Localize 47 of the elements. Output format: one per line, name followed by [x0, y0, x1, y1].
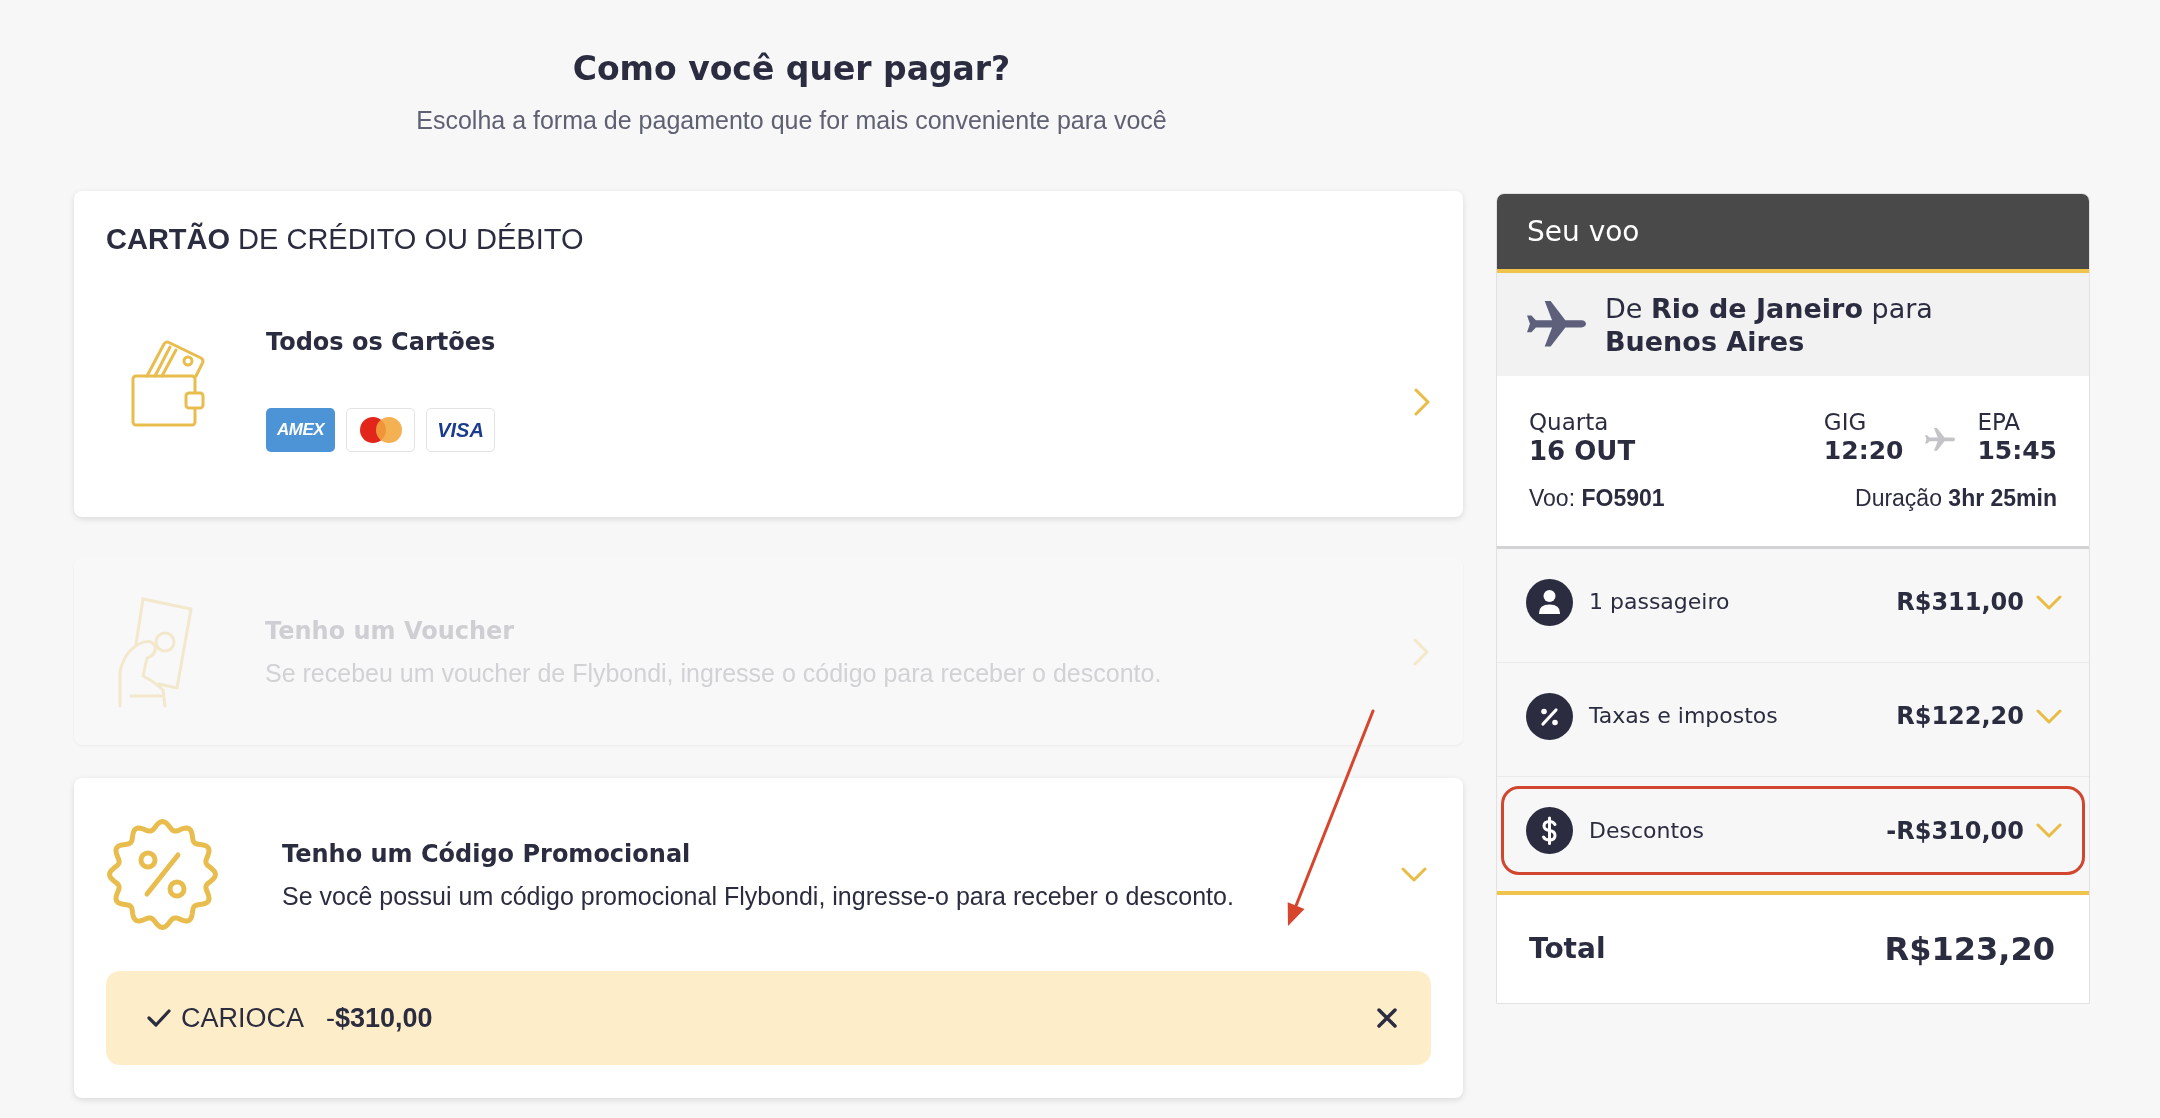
dollar-icon: [1526, 807, 1573, 854]
total-amount: R$123,20: [1884, 929, 2055, 969]
check-icon: [147, 1009, 171, 1027]
airplane-icon: [1527, 300, 1586, 349]
percent-badge-icon: [107, 818, 218, 931]
overlapping-circles-icon: [346, 408, 415, 452]
chevron-right-icon[interactable]: [1413, 388, 1431, 416]
card-brand-logo: AMEX: [266, 408, 335, 452]
page-title: Como você quer pagar?: [572, 48, 1011, 90]
panel-header: Seu voo: [1497, 194, 2089, 273]
wallet-icon: [131, 340, 207, 427]
option-title: Todos os Cartões: [266, 327, 496, 358]
chevron-down-icon[interactable]: [1401, 866, 1427, 883]
date-text: 16 OUT: [1529, 436, 1636, 466]
price-label: Taxas e impostos: [1589, 702, 1778, 730]
chevron-down-icon[interactable]: [2036, 822, 2062, 839]
price-row[interactable]: Taxas e impostos R$122,20: [1501, 672, 2085, 760]
price-label: Descontos: [1589, 816, 1704, 845]
flight-time: 15:45: [1977, 436, 2057, 466]
duration-text: Duração 3hr 25min: [1855, 484, 2057, 512]
chevron-down-icon[interactable]: [2036, 707, 2062, 725]
chevron-down-icon[interactable]: [2036, 593, 2062, 611]
discount-amount: -$310,00: [326, 1002, 433, 1035]
total-label: Total: [1529, 931, 1606, 967]
route-text: De Rio de Janeiro para Buenos Aires: [1605, 291, 1934, 358]
page-subtitle: Escolha a forma de pagamento que for mais conveniente para você: [416, 105, 1167, 136]
hand-ticket-icon: [117, 595, 193, 708]
option-title: Tenho um Código Promocional: [282, 838, 692, 870]
section-title: CARTÃO DE CRÉDITO OU DÉBITO: [106, 221, 585, 257]
price-amount: R$122,20: [1896, 701, 2024, 731]
price-label: 1 passageiro: [1589, 588, 1730, 616]
price-row[interactable]: Descontos -R$310,00: [1501, 786, 2085, 875]
airplane-icon: [1925, 428, 1956, 452]
flight-time: 12:20: [1823, 436, 1904, 466]
airport-code: EPA: [1977, 408, 2022, 436]
flight-number-text: Voo: FO5901: [1529, 484, 1665, 512]
person-icon: [1526, 578, 1573, 626]
close-icon[interactable]: [1376, 1007, 1398, 1029]
promo-code-text: CARIOCA: [181, 1002, 305, 1035]
card-brand-logo: VISA: [426, 408, 495, 452]
percent-icon: [1526, 692, 1573, 740]
day-text: Quarta: [1529, 408, 1610, 436]
price-amount: -R$310,00: [1886, 815, 2024, 846]
airport-code: GIG: [1823, 408, 1868, 436]
price-row[interactable]: 1 passageiro R$311,00: [1501, 558, 2085, 646]
option-description: Se você possui um código promocional Flybondi, ingresse-o para receber o desconto.: [282, 880, 1234, 912]
price-amount: R$311,00: [1896, 587, 2024, 617]
